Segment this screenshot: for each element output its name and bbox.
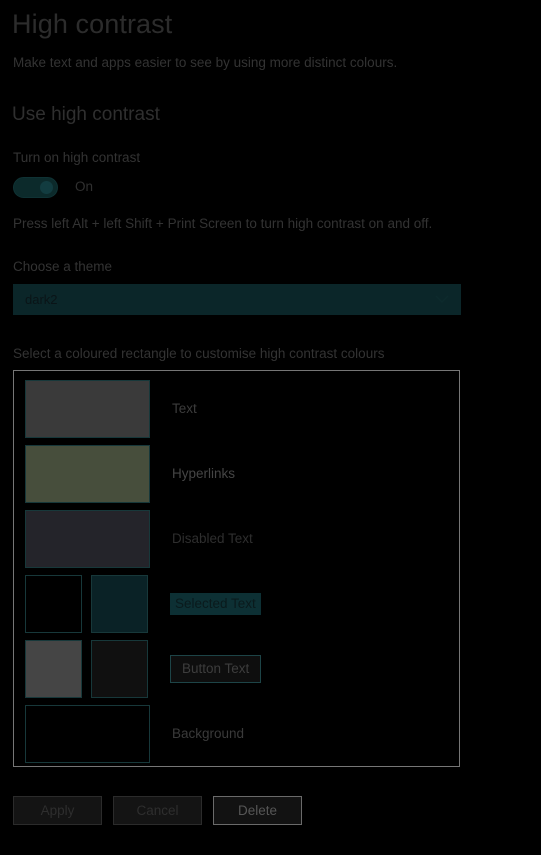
swatch-row-selected-text: Selected Text: [25, 575, 261, 633]
swatch-row-hyperlinks: Hyperlinks: [25, 445, 235, 503]
swatch-row-disabled-text: Disabled Text: [25, 510, 253, 568]
swatch-row-button-text: Button Text: [25, 640, 262, 698]
chevron-down-icon: [431, 289, 453, 311]
high-contrast-toggle-row: On: [13, 176, 93, 198]
swatch-instruction-text: Select a coloured rectangle to customise…: [13, 346, 385, 361]
swatch-background[interactable]: [25, 705, 150, 763]
swatch-label-text: Text: [172, 401, 197, 416]
toggle-label-turn-on-high-contrast: Turn on high contrast: [13, 150, 141, 165]
toggle-state-label: On: [75, 179, 94, 194]
swatch-label-disabled-text: Disabled Text: [172, 531, 253, 546]
theme-dropdown[interactable]: dark2: [13, 284, 461, 315]
swatch-label-button-text: Button Text: [170, 655, 262, 683]
theme-dropdown-value: dark2: [25, 291, 58, 307]
swatch-button-text-background[interactable]: [91, 640, 148, 698]
swatch-button-text-foreground[interactable]: [25, 640, 82, 698]
swatch-row-text: Text: [25, 380, 197, 438]
colour-swatch-container: Text Hyperlinks Disabled Text Selected T…: [13, 370, 460, 767]
choose-theme-label: Choose a theme: [13, 259, 113, 274]
swatch-selected-text-background[interactable]: [91, 575, 148, 633]
apply-button[interactable]: Apply: [13, 796, 102, 825]
swatch-text[interactable]: [25, 380, 150, 438]
swatch-disabled-text[interactable]: [25, 510, 150, 568]
page-subtitle: Make text and apps easier to see by usin…: [13, 55, 398, 70]
high-contrast-settings-page: High contrast Make text and apps easier …: [0, 0, 541, 855]
section-heading-use-high-contrast: Use high contrast: [12, 104, 160, 125]
swatch-label-selected-text: Selected Text: [170, 593, 261, 615]
delete-button[interactable]: Delete: [213, 796, 302, 825]
swatch-label-background: Background: [172, 726, 245, 741]
swatch-label-hyperlinks: Hyperlinks: [172, 466, 236, 481]
toggle-knob: [40, 180, 53, 194]
action-button-row: Apply Cancel Delete: [13, 796, 302, 825]
page-title: High contrast: [12, 9, 173, 39]
swatch-hyperlinks[interactable]: [25, 445, 150, 503]
shortcut-hint-text: Press left Alt + left Shift + Print Scre…: [13, 216, 433, 231]
swatch-row-background: Background: [25, 705, 244, 763]
cancel-button[interactable]: Cancel: [113, 796, 202, 825]
swatch-selected-text-foreground[interactable]: [25, 575, 82, 633]
high-contrast-toggle[interactable]: [13, 176, 58, 198]
